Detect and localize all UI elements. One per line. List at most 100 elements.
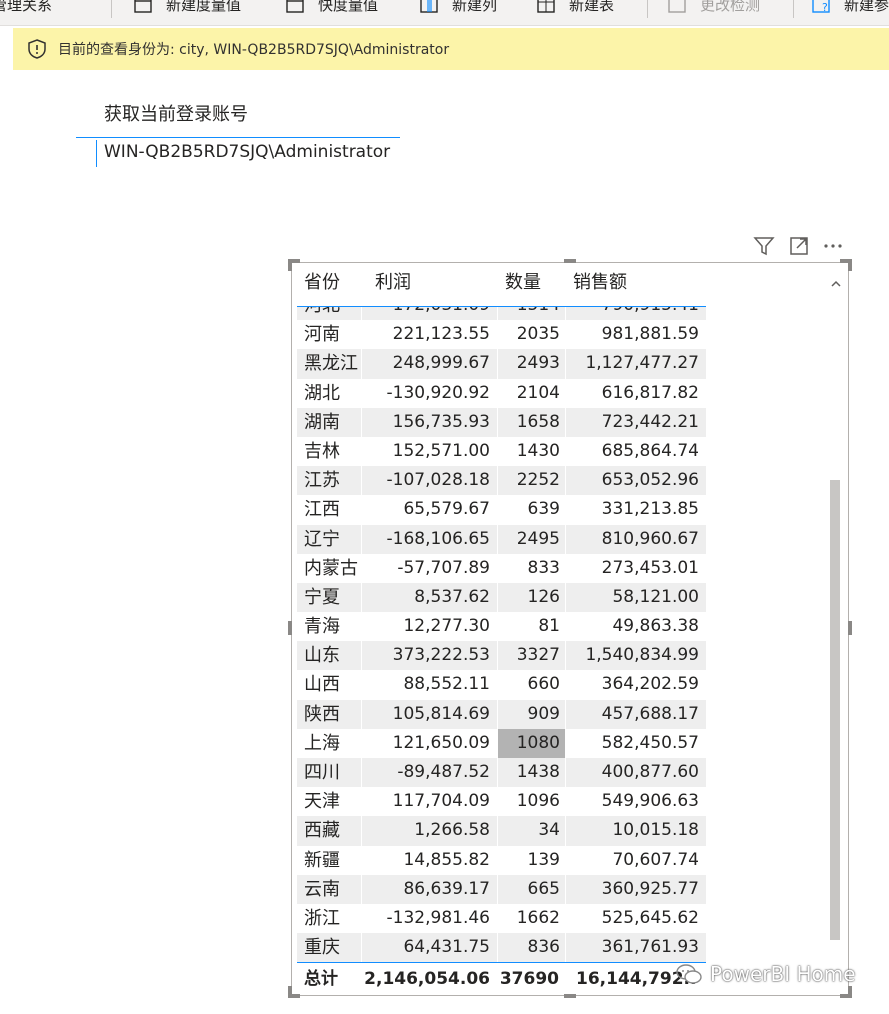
scrollbar-thumb[interactable] — [830, 480, 840, 940]
cell-profit[interactable]: 156,735.93 — [393, 408, 490, 437]
cell-sales[interactable]: 653,052.96 — [602, 466, 699, 495]
cell-quantity[interactable]: 126 — [528, 583, 560, 612]
cell-province[interactable]: 辽宁 — [304, 525, 340, 554]
cell-sales[interactable]: 810,960.67 — [602, 525, 699, 554]
cell-profit[interactable]: 373,222.53 — [393, 641, 490, 670]
cell-province[interactable]: 天津 — [304, 787, 340, 816]
table-row[interactable]: 辽宁 -168,106.65 2495 810,960.67 — [297, 524, 706, 554]
scroll-up-arrow-icon[interactable] — [829, 277, 843, 291]
cell-sales[interactable]: 981,881.59 — [602, 320, 699, 349]
change-detection-button[interactable]: 更改检测 — [668, 0, 760, 18]
column-header-quantity[interactable]: 数量 — [505, 268, 541, 294]
cell-quantity[interactable]: 1662 — [517, 904, 560, 933]
cell-sales[interactable]: 58,121.00 — [612, 583, 699, 612]
table-row[interactable]: 宁夏 8,537.62 126 58,121.00 — [297, 582, 706, 613]
column-header-sales[interactable]: 销售额 — [573, 268, 627, 294]
table-row[interactable]: 山西 88,552.11 660 364,202.59 — [297, 670, 706, 700]
cell-quantity[interactable]: 81 — [538, 612, 560, 641]
new-measure-button[interactable]: 新建度量值 — [134, 0, 241, 18]
cell-province[interactable]: 浙江 — [304, 904, 340, 933]
cell-profit[interactable]: 248,999.67 — [393, 349, 490, 378]
cell-profit[interactable]: 88,552.11 — [403, 670, 490, 699]
cell-profit[interactable]: -57,707.89 — [397, 554, 490, 583]
cell-quantity[interactable]: 909 — [528, 700, 560, 729]
cell-quantity[interactable]: 1080 — [517, 729, 560, 758]
cell-quantity[interactable]: 2495 — [517, 525, 560, 554]
cell-sales[interactable]: 360,925.77 — [602, 875, 699, 904]
resize-handle[interactable] — [848, 621, 852, 635]
cell-quantity[interactable]: 1438 — [517, 758, 560, 787]
resize-handle[interactable] — [288, 986, 292, 998]
cell-quantity[interactable]: 2493 — [517, 349, 560, 378]
cell-province[interactable]: 江西 — [304, 495, 340, 524]
cell-sales[interactable]: 400,877.60 — [602, 758, 699, 787]
new-parameter-button[interactable]: ? 新建参 — [812, 0, 889, 18]
table-row[interactable]: 山东 373,222.53 3327 1,540,834.99 — [297, 641, 706, 671]
cell-sales[interactable]: 549,906.63 — [602, 787, 699, 816]
cell-province[interactable]: 宁夏 — [304, 583, 340, 612]
cell-province[interactable]: 江苏 — [304, 466, 340, 495]
cell-sales[interactable]: 49,863.38 — [612, 612, 699, 641]
cell-province[interactable]: 黑龙江 — [304, 349, 358, 378]
cell-profit[interactable]: 121,650.09 — [393, 729, 490, 758]
table-row[interactable]: 湖南 156,735.93 1658 723,442.21 — [297, 407, 706, 437]
table-row[interactable]: 云南 86,639.17 665 360,925.77 — [297, 874, 706, 904]
cell-sales[interactable]: 457,688.17 — [602, 700, 699, 729]
cell-province[interactable]: 重庆 — [304, 933, 340, 962]
cell-profit[interactable]: 172,031.09 — [393, 307, 490, 320]
cell-sales[interactable]: 685,864.74 — [602, 437, 699, 466]
cell-province[interactable]: 陕西 — [304, 700, 340, 729]
cell-profit[interactable]: -89,487.52 — [397, 758, 490, 787]
table-row[interactable]: 江苏 -107,028.18 2252 653,052.96 — [297, 466, 706, 496]
table-row[interactable]: 四川 -89,487.52 1438 400,877.60 — [297, 758, 706, 788]
cell-quantity[interactable]: 34 — [538, 816, 560, 845]
cell-sales[interactable]: 70,607.74 — [612, 846, 699, 875]
cell-province[interactable]: 吉林 — [304, 437, 340, 466]
table-row[interactable]: 河南 221,123.55 2035 981,881.59 — [297, 320, 706, 350]
table-row[interactable]: 吉林 152,571.00 1430 685,864.74 — [297, 436, 706, 467]
cell-profit[interactable]: -130,920.92 — [387, 379, 490, 408]
table-row[interactable]: 陕西 105,814.69 909 457,688.17 — [297, 699, 706, 729]
cell-quantity[interactable]: 2104 — [517, 379, 560, 408]
manage-relationships-button[interactable]: 管理关系 — [0, 0, 52, 18]
focus-mode-icon[interactable] — [787, 234, 811, 258]
cell-profit[interactable]: 65,579.67 — [403, 495, 490, 524]
table-row[interactable]: 内蒙古 -57,707.89 833 273,453.01 — [297, 553, 706, 583]
cell-province[interactable]: 四川 — [304, 758, 340, 787]
column-header-province[interactable]: 省份 — [304, 268, 340, 294]
cell-profit[interactable]: 12,277.30 — [403, 612, 490, 641]
cell-province[interactable]: 湖北 — [304, 379, 340, 408]
cell-province[interactable]: 上海 — [304, 729, 340, 758]
cell-province[interactable]: 云南 — [304, 875, 340, 904]
cell-quantity[interactable]: 660 — [528, 670, 560, 699]
cell-sales[interactable]: 361,761.93 — [602, 933, 699, 962]
cell-quantity[interactable]: 836 — [528, 933, 560, 962]
cell-profit[interactable]: 86,639.17 — [403, 875, 490, 904]
cell-province[interactable]: 新疆 — [304, 846, 340, 875]
table-row[interactable]: 江西 65,579.67 639 331,213.85 — [297, 495, 706, 525]
cell-province[interactable]: 河南 — [304, 320, 340, 349]
resize-handle[interactable] — [564, 994, 576, 998]
quick-measure-button[interactable]: 快度量值 — [286, 0, 378, 18]
cell-profit[interactable]: 64,431.75 — [403, 933, 490, 962]
table-row[interactable]: 上海 121,650.09 1080 582,450.57 — [297, 728, 706, 758]
column-header-profit[interactable]: 利润 — [375, 268, 411, 294]
cell-sales[interactable]: 364,202.59 — [602, 670, 699, 699]
cell-sales[interactable]: 1,127,477.27 — [585, 349, 699, 378]
cell-sales[interactable]: 616,817.82 — [602, 379, 699, 408]
cell-quantity[interactable]: 639 — [528, 495, 560, 524]
cell-province[interactable]: 内蒙古 — [304, 554, 358, 583]
resize-handle[interactable] — [848, 259, 852, 271]
cell-quantity[interactable]: 833 — [528, 554, 560, 583]
cell-sales[interactable]: 331,213.85 — [602, 495, 699, 524]
resize-handle[interactable] — [848, 986, 852, 998]
table-row[interactable]: 青海 12,277.30 81 49,863.38 — [297, 612, 706, 642]
resize-handle[interactable] — [288, 259, 292, 271]
resize-handle[interactable] — [288, 621, 292, 635]
cell-profit[interactable]: 117,704.09 — [393, 787, 490, 816]
cell-profit[interactable]: 105,814.69 — [393, 700, 490, 729]
cell-quantity[interactable]: 1514 — [517, 307, 560, 320]
cell-profit[interactable]: -107,028.18 — [387, 466, 490, 495]
cell-profit[interactable]: 8,537.62 — [414, 583, 490, 612]
cell-quantity[interactable]: 665 — [528, 875, 560, 904]
